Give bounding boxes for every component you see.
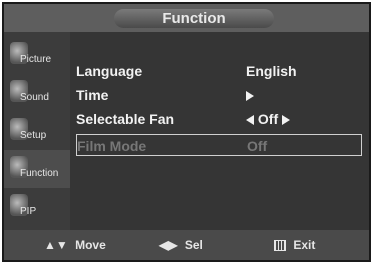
sidebar-item-label: Sound <box>20 92 49 103</box>
up-down-arrow-icon: ▲▼ <box>44 238 68 252</box>
film-mode-label: Film Mode <box>77 138 147 154</box>
selectable-fan-value: Off <box>257 111 279 127</box>
film-mode-value: Off <box>247 138 268 154</box>
arrow-right-icon <box>282 115 290 126</box>
time-label: Time <box>76 87 109 103</box>
menu-content: Language English Time Selectable Fan Off… <box>70 32 369 230</box>
arrow-left-icon <box>246 115 254 126</box>
sidebar-item-function[interactable]: Function <box>4 150 70 188</box>
sidebar-item-picture[interactable]: Picture <box>4 36 70 74</box>
select-hint: ◀▶ Sel <box>159 238 203 252</box>
move-hint: ▲▼ Move <box>44 238 106 252</box>
menu-row-language[interactable]: Language English <box>76 60 362 82</box>
sidebar-item-pip[interactable]: PIP <box>4 188 70 226</box>
menu-row-film-mode[interactable]: Film Mode Off <box>76 134 362 156</box>
footer-hints: ▲▼ Move ◀▶ Sel Exit <box>4 230 369 260</box>
title-bar: Function <box>4 4 369 32</box>
menu-icon <box>274 240 286 252</box>
language-value: English <box>246 63 297 79</box>
menu-row-selectable-fan[interactable]: Selectable Fan Off <box>76 108 362 130</box>
exit-hint: Exit <box>274 238 315 252</box>
sidebar-item-label: Picture <box>20 54 52 65</box>
arrow-right-icon <box>246 91 254 102</box>
language-label: Language <box>76 63 143 79</box>
category-sidebar: Picture Sound Setup Function PIP <box>4 32 70 230</box>
sidebar-item-sound[interactable]: Sound <box>4 74 70 112</box>
sidebar-item-setup[interactable]: Setup <box>4 112 70 150</box>
left-right-arrow-icon: ◀▶ <box>159 238 178 252</box>
menu-row-time[interactable]: Time <box>76 84 362 106</box>
sidebar-item-label: PIP <box>20 206 37 217</box>
sidebar-item-label: Function <box>20 168 59 179</box>
selectable-fan-label: Selectable Fan <box>76 111 175 127</box>
osd-menu-window: Function Picture Sound Setup Function PI… <box>2 2 371 262</box>
menu-title: Function <box>114 9 274 28</box>
sidebar-item-label: Setup <box>20 130 47 141</box>
